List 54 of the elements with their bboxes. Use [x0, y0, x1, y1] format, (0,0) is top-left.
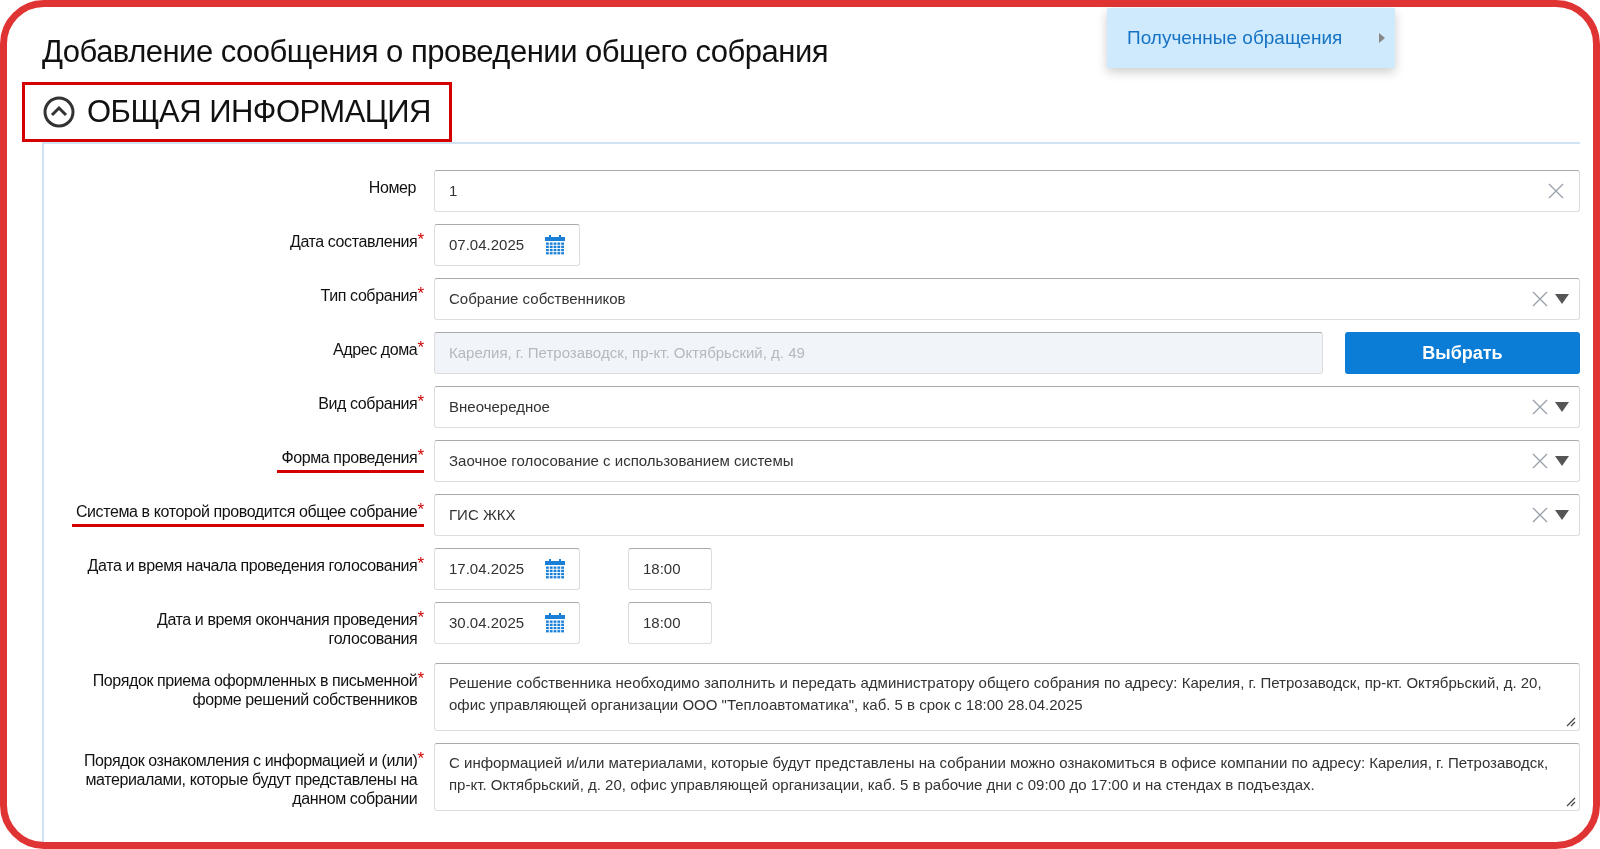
- section-header-highlight[interactable]: ОБЩАЯ ИНФОРМАЦИЯ: [22, 82, 452, 142]
- required-mark: *: [417, 751, 424, 767]
- date-field[interactable]: 17.04.2025: [434, 548, 580, 590]
- field-label: Дата и время начала проведения голосования: [87, 556, 418, 575]
- required-mark: *: [417, 556, 424, 572]
- field-label: Номер: [368, 178, 416, 197]
- clear-icon[interactable]: [1531, 398, 1549, 416]
- date-field[interactable]: 30.04.2025: [434, 602, 580, 644]
- page-title: Добавление сообщения о проведении общего собрания: [42, 33, 828, 71]
- select-button[interactable]: Выбрать: [1345, 332, 1580, 374]
- field-label: Система в которой проводится общее собрание: [75, 502, 418, 521]
- field-label: Вид собрания: [318, 394, 418, 413]
- text-area[interactable]: С информацией и/или материалами, которые будут представлены на собрании можно ознакомиться в офисе компании по адресу: Карелия, г. Петрозаводск, пр-кт. Октябрьский, д. 20, офис управляющей организации, каб. 5 в рабочие дни с 09:00 до 17:00 и на стендах в подъездах.: [434, 743, 1580, 811]
- select-field[interactable]: Внеочередное: [434, 386, 1580, 428]
- caret-icon[interactable]: [1555, 456, 1569, 466]
- select-field[interactable]: ГИС ЖКХ: [434, 494, 1580, 536]
- date-field[interactable]: 07.04.2025: [434, 224, 580, 266]
- field-label: Порядок ознакомления с информацией и (или) материалами, которые будут представлены на данном собрании: [83, 751, 418, 808]
- required-mark: *: [417, 448, 424, 464]
- resize-handle-icon[interactable]: [1566, 797, 1576, 807]
- select-field[interactable]: Собрание собственников: [434, 278, 1580, 320]
- field-label: Адрес дома: [333, 340, 418, 359]
- caret-right-icon: [1379, 33, 1385, 43]
- resize-handle-icon[interactable]: [1566, 717, 1576, 727]
- input-field[interactable]: 1: [434, 170, 1580, 212]
- clear-icon[interactable]: [1531, 290, 1549, 308]
- caret-icon[interactable]: [1555, 402, 1569, 412]
- calendar-icon[interactable]: [545, 559, 565, 579]
- required-mark: *: [417, 610, 424, 626]
- required-mark: *: [417, 671, 424, 687]
- required-mark: *: [417, 340, 424, 356]
- required-mark: *: [417, 394, 424, 410]
- clear-icon[interactable]: [1531, 506, 1549, 524]
- field-label: Дата и время окончания проведения голосования: [155, 610, 418, 648]
- calendar-icon[interactable]: [545, 613, 565, 633]
- calendar-icon[interactable]: [545, 235, 565, 255]
- menu-item[interactable]: Полученные обращения: [1127, 23, 1343, 53]
- field-label: Порядок приема оформленных в письменной форме решений собственников: [91, 671, 418, 709]
- caret-icon[interactable]: [1555, 510, 1569, 520]
- clear-icon[interactable]: [1547, 182, 1565, 200]
- field-label: Дата составления: [289, 232, 418, 251]
- required-mark: *: [417, 286, 424, 302]
- required-mark: *: [417, 232, 424, 248]
- field-label: Форма проведения: [281, 448, 418, 467]
- caret-icon[interactable]: [1555, 294, 1569, 304]
- field-label: Тип собрания: [320, 286, 418, 305]
- required-mark: *: [417, 502, 424, 518]
- text-area[interactable]: Решение собственника необходимо заполнить и передать администратору общего собрания по адресу: Карелия, г. Петрозаводск, пр-кт. Октябрьский, д. 20, офис управляющей организации ООО "Теплоавтоматика", каб. 5 в срок с 18:00 28.04.2025: [434, 663, 1580, 731]
- collapse-icon[interactable]: [43, 96, 75, 128]
- time-field[interactable]: 18:00: [628, 548, 712, 590]
- time-field[interactable]: 18:00: [628, 602, 712, 644]
- select-field[interactable]: Заочное голосование с использованием системы: [434, 440, 1580, 482]
- clear-icon[interactable]: [1531, 452, 1549, 470]
- section-title: ОБЩАЯ ИНФОРМАЦИЯ: [87, 92, 431, 131]
